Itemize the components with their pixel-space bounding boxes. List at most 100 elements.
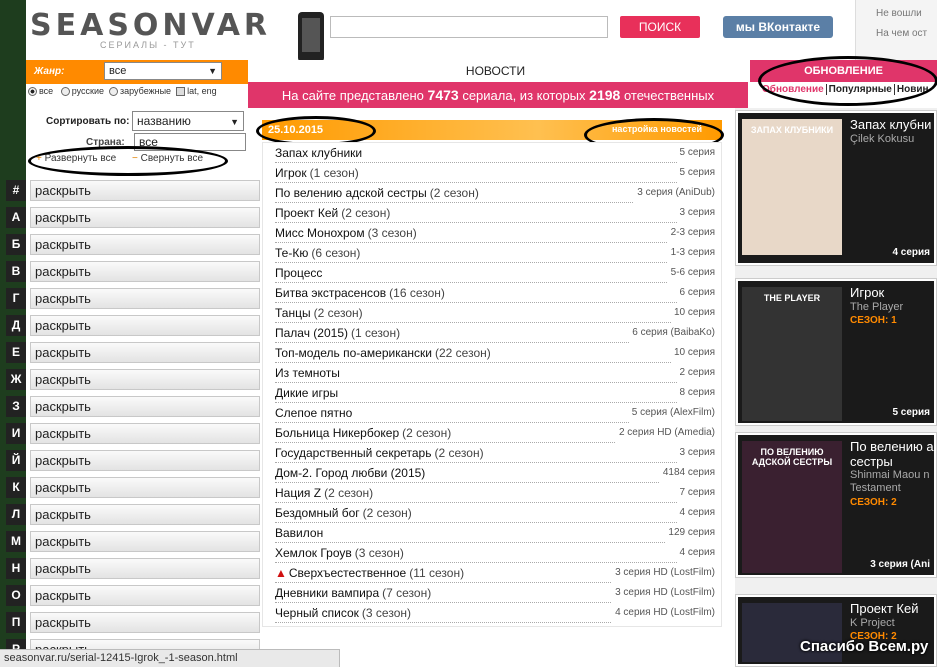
tab-news[interactable]: НОВОСТИ	[248, 60, 743, 82]
checkbox-lat[interactable]: lat, eng	[176, 86, 217, 97]
letter-badge[interactable]: Д	[6, 315, 26, 336]
expand-letter-button[interactable]: раскрыть	[30, 558, 260, 579]
news-title[interactable]: Процесс	[275, 266, 322, 280]
news-title[interactable]: Дикие игры	[275, 386, 338, 400]
expand-letter-button[interactable]: раскрыть	[30, 423, 260, 444]
news-title[interactable]: Те-Кю	[275, 246, 308, 260]
news-item[interactable]: По велению адской сестры (2 сезон) 3 серия…	[275, 183, 715, 203]
card-title[interactable]: Проект Кей	[850, 601, 937, 616]
expand-letter-button[interactable]: раскрыть	[30, 207, 260, 228]
news-title[interactable]: Больница Никербокер	[275, 426, 399, 440]
news-title[interactable]: Хемлок Гроув	[275, 546, 352, 560]
radio-all[interactable]: все	[28, 86, 53, 97]
expand-letter-button[interactable]: раскрыть	[30, 612, 260, 633]
news-title[interactable]: Государственный секретарь	[275, 446, 431, 460]
news-item[interactable]: Дикие игры 8 серия	[275, 383, 715, 403]
letter-badge[interactable]: Ж	[6, 369, 26, 390]
news-title[interactable]: Нация Z	[275, 486, 321, 500]
expand-letter-button[interactable]: раскрыть	[30, 261, 260, 282]
card-title[interactable]: Запах клубни	[850, 117, 937, 132]
news-title[interactable]: Дом-2. Город любви (2015)	[275, 466, 425, 480]
vk-button[interactable]: мы ВКонтакте	[723, 16, 833, 38]
expand-letter-button[interactable]: раскрыть	[30, 531, 260, 552]
letter-badge[interactable]: Л	[6, 504, 26, 525]
news-item[interactable]: Нация Z (2 сезон) 7 серия	[275, 483, 715, 503]
news-title[interactable]: Сверхъестественное	[289, 566, 406, 580]
news-item[interactable]: Мисс Монохром (3 сезон) 2-3 серия	[275, 223, 715, 243]
login-link[interactable]: Не вошли	[876, 4, 937, 24]
letter-badge[interactable]: Й	[6, 450, 26, 471]
update-card[interactable]: THE PLAYER Игрок The Player СЕЗОН: 1 5 серия	[735, 278, 937, 426]
news-item[interactable]: Дневники вампира (7 сезон) 3 серия HD (Los…	[275, 583, 715, 603]
search-input[interactable]	[330, 16, 608, 38]
news-title[interactable]: Черный список	[275, 606, 359, 620]
news-title[interactable]: Танцы	[275, 306, 311, 320]
news-title[interactable]: Бездомный бог	[275, 506, 360, 520]
news-item[interactable]: Палач (2015) (1 сезон) 6 серия (BaibaKo)	[275, 323, 715, 343]
letter-badge[interactable]: К	[6, 477, 26, 498]
news-title[interactable]: Проект Кей	[275, 206, 338, 220]
news-item[interactable]: Черный список (3 сезон) 4 серия HD (LostFi…	[275, 603, 715, 623]
letter-badge[interactable]: М	[6, 531, 26, 552]
news-item[interactable]: ▲ Сверхъестественное (11 сезон) 3 серия HD …	[275, 563, 715, 583]
expand-letter-button[interactable]: раскрыть	[30, 288, 260, 309]
update-card[interactable]: Проект Кей K Project СЕЗОН: 2	[735, 594, 937, 667]
expand-letter-button[interactable]: раскрыть	[30, 234, 260, 255]
expand-letter-button[interactable]: раскрыть	[30, 585, 260, 606]
letter-badge[interactable]: Е	[6, 342, 26, 363]
poster-image[interactable]: THE PLAYER	[742, 287, 842, 421]
news-item[interactable]: Хемлок Гроув (3 сезон) 4 серия	[275, 543, 715, 563]
news-title[interactable]: Вавилон	[275, 526, 323, 540]
letter-badge[interactable]: Г	[6, 288, 26, 309]
news-item[interactable]: Те-Кю (6 сезон) 1-3 серия	[275, 243, 715, 263]
search-button[interactable]: ПОИСК	[620, 16, 700, 38]
news-title[interactable]: По велению адской сестры	[275, 186, 427, 200]
watching-link[interactable]: На чем ост	[876, 24, 937, 44]
news-item[interactable]: Битва экстрасенсов (16 сезон) 6 серия	[275, 283, 715, 303]
expand-letter-button[interactable]: раскрыть	[30, 504, 260, 525]
radio-foreign[interactable]: зарубежные	[109, 86, 171, 97]
news-title[interactable]: Из темноты	[275, 366, 340, 380]
site-logo[interactable]: SEASONVAR СЕРИАЛЫ - ТУТ	[30, 8, 300, 50]
news-item[interactable]: Запах клубники 5 серия	[275, 143, 715, 163]
expand-letter-button[interactable]: раскрыть	[30, 477, 260, 498]
letter-badge[interactable]: Н	[6, 558, 26, 579]
expand-letter-button[interactable]: раскрыть	[30, 369, 260, 390]
letter-badge[interactable]: #	[6, 180, 26, 201]
expand-letter-button[interactable]: раскрыть	[30, 180, 260, 201]
letter-badge[interactable]: И	[6, 423, 26, 444]
letter-badge[interactable]: В	[6, 261, 26, 282]
poster-image[interactable]: ЗАПАХ КЛУБНИКИ	[742, 119, 842, 255]
letter-badge[interactable]: Б	[6, 234, 26, 255]
letter-badge[interactable]: О	[6, 585, 26, 606]
poster-image[interactable]: ПО ВЕЛЕНИЮ АДСКОЙ СЕСТРЫ	[742, 441, 842, 573]
news-item[interactable]: Танцы (2 сезон) 10 серия	[275, 303, 715, 323]
news-item[interactable]: Слепое пятно 5 серия (AlexFilm)	[275, 403, 715, 423]
news-title[interactable]: Мисс Монохром	[275, 226, 365, 240]
news-title[interactable]: Топ-модель по-американски	[275, 346, 432, 360]
news-item[interactable]: Бездомный бог (2 сезон) 4 серия	[275, 503, 715, 523]
letter-badge[interactable]: П	[6, 612, 26, 633]
news-item[interactable]: Топ-модель по-американски (22 сезон) 10 се…	[275, 343, 715, 363]
news-item[interactable]: Больница Никербокер (2 сезон) 2 серия HD (…	[275, 423, 715, 443]
news-item[interactable]: Государственный секретарь (2 сезон) 3 сери…	[275, 443, 715, 463]
expand-letter-button[interactable]: раскрыть	[30, 315, 260, 336]
news-title[interactable]: Запах клубники	[275, 146, 362, 160]
news-title[interactable]: Дневники вампира	[275, 586, 379, 600]
news-item[interactable]: Вавилон 129 серия	[275, 523, 715, 543]
update-card[interactable]: ПО ВЕЛЕНИЮ АДСКОЙ СЕСТРЫ По велению а сес…	[735, 432, 937, 578]
letter-badge[interactable]: А	[6, 207, 26, 228]
card-title[interactable]: Игрок	[850, 285, 937, 300]
expand-letter-button[interactable]: раскрыть	[30, 396, 260, 417]
genre-select[interactable]: все ▼	[104, 62, 222, 80]
letter-badge[interactable]: З	[6, 396, 26, 417]
news-title[interactable]: Игрок	[275, 166, 307, 180]
news-title[interactable]: Палач (2015)	[275, 326, 348, 340]
news-item[interactable]: Дом-2. Город любви (2015) 4184 серия	[275, 463, 715, 483]
expand-letter-button[interactable]: раскрыть	[30, 342, 260, 363]
news-title[interactable]: Битва экстрасенсов	[275, 286, 386, 300]
update-card[interactable]: ЗАПАХ КЛУБНИКИ Запах клубни Çilek Kokusu 4 …	[735, 110, 937, 266]
news-item[interactable]: Проект Кей (2 сезон) 3 серия	[275, 203, 715, 223]
expand-letter-button[interactable]: раскрыть	[30, 450, 260, 471]
card-title[interactable]: По велению а сестры	[850, 439, 937, 469]
